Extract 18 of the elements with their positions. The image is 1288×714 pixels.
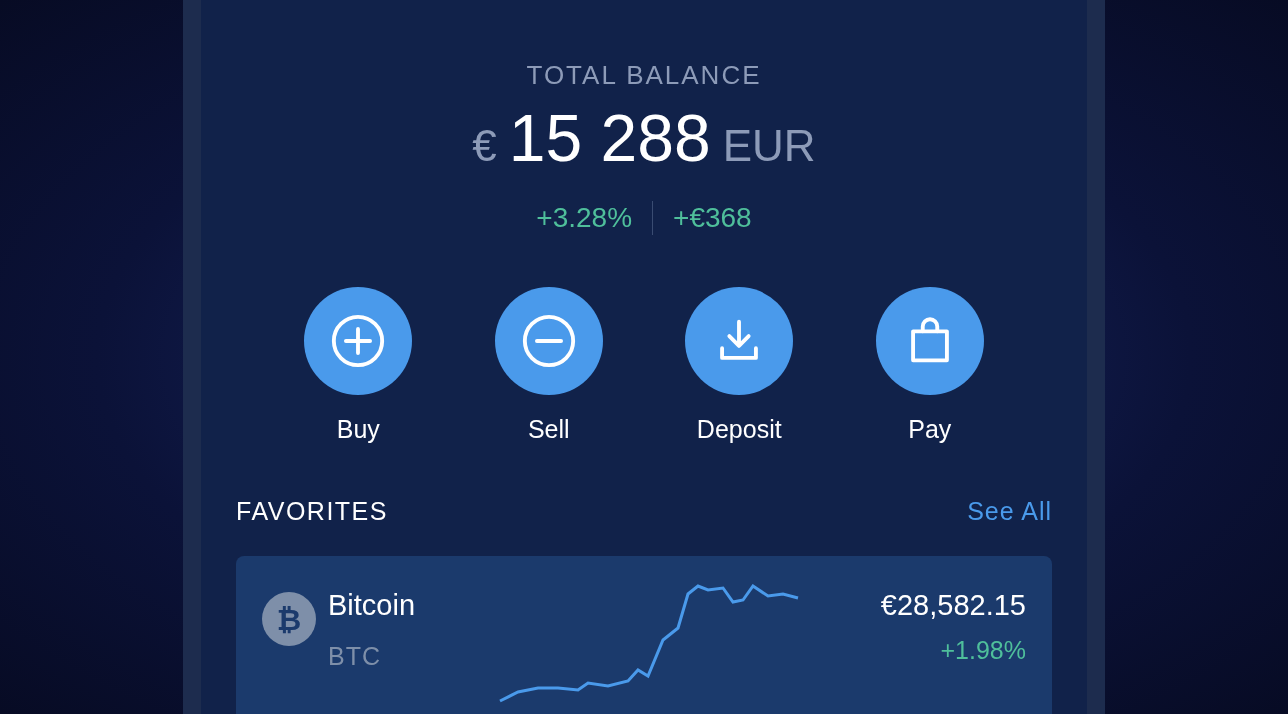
currency-symbol: € (472, 120, 497, 172)
change-percent: +3.28% (536, 201, 633, 235)
coin-symbol: BTC (328, 640, 382, 672)
action-label: Buy (336, 414, 380, 445)
action-label: Deposit (696, 414, 782, 445)
coin-price: €28,582.15 (880, 588, 1026, 623)
favorite-card[interactable]: ₿ Bitcoin BTC €28,582.15 +1.98% (236, 556, 1052, 714)
change-amount: +€368 (673, 201, 752, 235)
section-title: FAVORITES (236, 495, 388, 527)
coin-name: Bitcoin (328, 588, 417, 623)
action-label: Sell (527, 414, 570, 445)
see-all-link[interactable]: See All (967, 492, 1052, 530)
action-label: Pay (908, 414, 952, 445)
balance-amount: 15 288 (508, 105, 711, 171)
coin-change: +1.98% (940, 634, 1026, 666)
balance-label: TOTAL BALANCE (526, 59, 762, 92)
coin-logo-icon: ₿ (262, 592, 316, 646)
currency-code: EUR (722, 120, 816, 172)
